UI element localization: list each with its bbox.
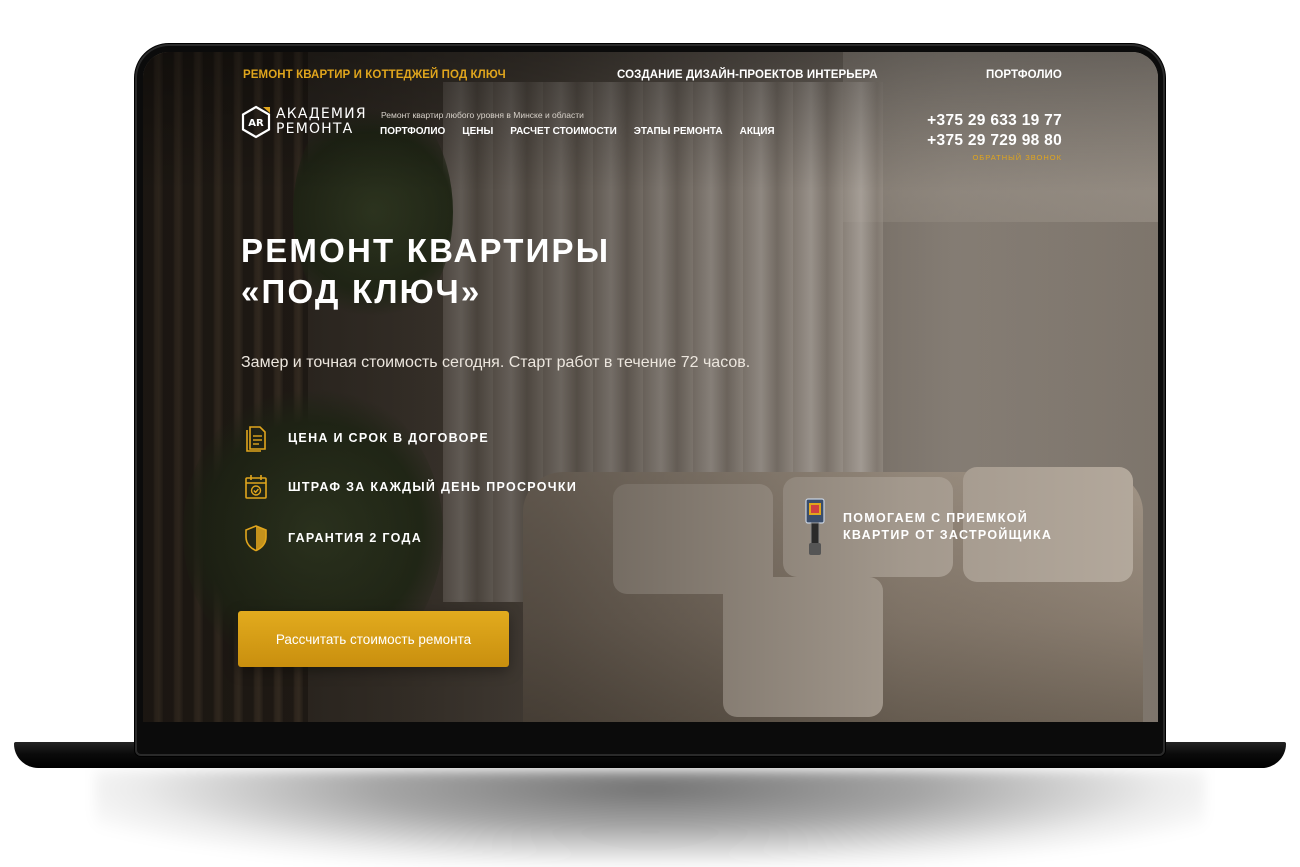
feature-item: ЦЕНА И СРОК В ДОГОВОРЕ xyxy=(243,424,663,452)
logo[interactable]: AR АКАДЕМИЯ РЕМОНТА xyxy=(241,105,366,141)
acceptance-text: ПОМОГАЕМ С ПРИЕМКОЙ КВАРТИР ОТ ЗАСТРОЙЩИ… xyxy=(843,511,1053,542)
svg-text:AR: AR xyxy=(248,118,264,129)
nav-item-portfolio[interactable]: ПОРТФОЛИО xyxy=(380,126,445,137)
feature-label: ШТРАФ ЗА КАЖДЫЙ ДЕНЬ ПРОСРОЧКИ xyxy=(288,480,578,494)
hero-title: РЕМОНТ КВАРТИРЫ «ПОД КЛЮЧ» xyxy=(241,232,611,310)
contract-icon xyxy=(246,426,266,452)
phone-number-1[interactable]: +375 29 633 19 77 xyxy=(927,111,1062,131)
feature-label: ГАРАНТИЯ 2 ГОДА xyxy=(288,531,423,545)
feature-label: ЦЕНА И СРОК В ДОГОВОРЕ xyxy=(288,431,489,445)
nav-item-repair-stages[interactable]: ЭТАПЫ РЕМОНТА xyxy=(634,126,723,137)
logo-text: АКАДЕМИЯ РЕМОНТА xyxy=(276,106,367,137)
calendar-icon xyxy=(245,475,267,499)
topbar-link-design[interactable]: СОЗДАНИЕ ДИЗАЙН-ПРОЕКТОВ ИНТЕРЬЕРА xyxy=(617,69,878,81)
callback-link[interactable]: ОБРАТНЫЙ ЗВОНОК xyxy=(927,153,1062,162)
shield-icon xyxy=(245,525,267,552)
nav-item-prices[interactable]: ЦЕНЫ xyxy=(462,126,493,137)
logo-mark-icon: AR xyxy=(241,105,271,139)
phone-number-2[interactable]: +375 29 729 98 80 xyxy=(927,131,1062,151)
thermal-imager-icon xyxy=(805,498,825,555)
laptop-shadow xyxy=(95,770,1205,865)
feature-item: ГАРАНТИЯ 2 ГОДА xyxy=(243,524,663,552)
main-nav: ПОРТФОЛИО ЦЕНЫ РАСЧЕТ СТОИМОСТИ ЭТАПЫ РЕ… xyxy=(380,126,775,137)
laptop-screen: РЕМОНТ КВАРТИР И КОТТЕДЖЕЙ ПОД КЛЮЧ СОЗД… xyxy=(143,52,1158,722)
feature-item: ШТРАФ ЗА КАЖДЫЙ ДЕНЬ ПРОСРОЧКИ xyxy=(243,473,663,501)
header-tagline: Ремонт квартир любого уровня в Минске и … xyxy=(381,110,584,120)
topbar-link-portfolio[interactable]: ПОРТФОЛИО xyxy=(986,69,1062,81)
hero-subtitle: Замер и точная стоимость сегодня. Старт … xyxy=(241,354,751,371)
page-content: РЕМОНТ КВАРТИР И КОТТЕДЖЕЙ ПОД КЛЮЧ СОЗД… xyxy=(143,52,1158,722)
topbar-link-renovation[interactable]: РЕМОНТ КВАРТИР И КОТТЕДЖЕЙ ПОД КЛЮЧ xyxy=(243,69,506,81)
calculate-cost-button[interactable]: Рассчитать стоимость ремонта xyxy=(238,611,509,667)
header-phones: +375 29 633 19 77 +375 29 729 98 80 ОБРА… xyxy=(927,111,1062,162)
nav-item-promo[interactable]: АКЦИЯ xyxy=(740,126,775,137)
acceptance-promo: ПОМОГАЕМ С ПРИЕМКОЙ КВАРТИР ОТ ЗАСТРОЙЩИ… xyxy=(803,497,1052,557)
nav-item-cost-calculation[interactable]: РАСЧЕТ СТОИМОСТИ xyxy=(510,126,617,137)
